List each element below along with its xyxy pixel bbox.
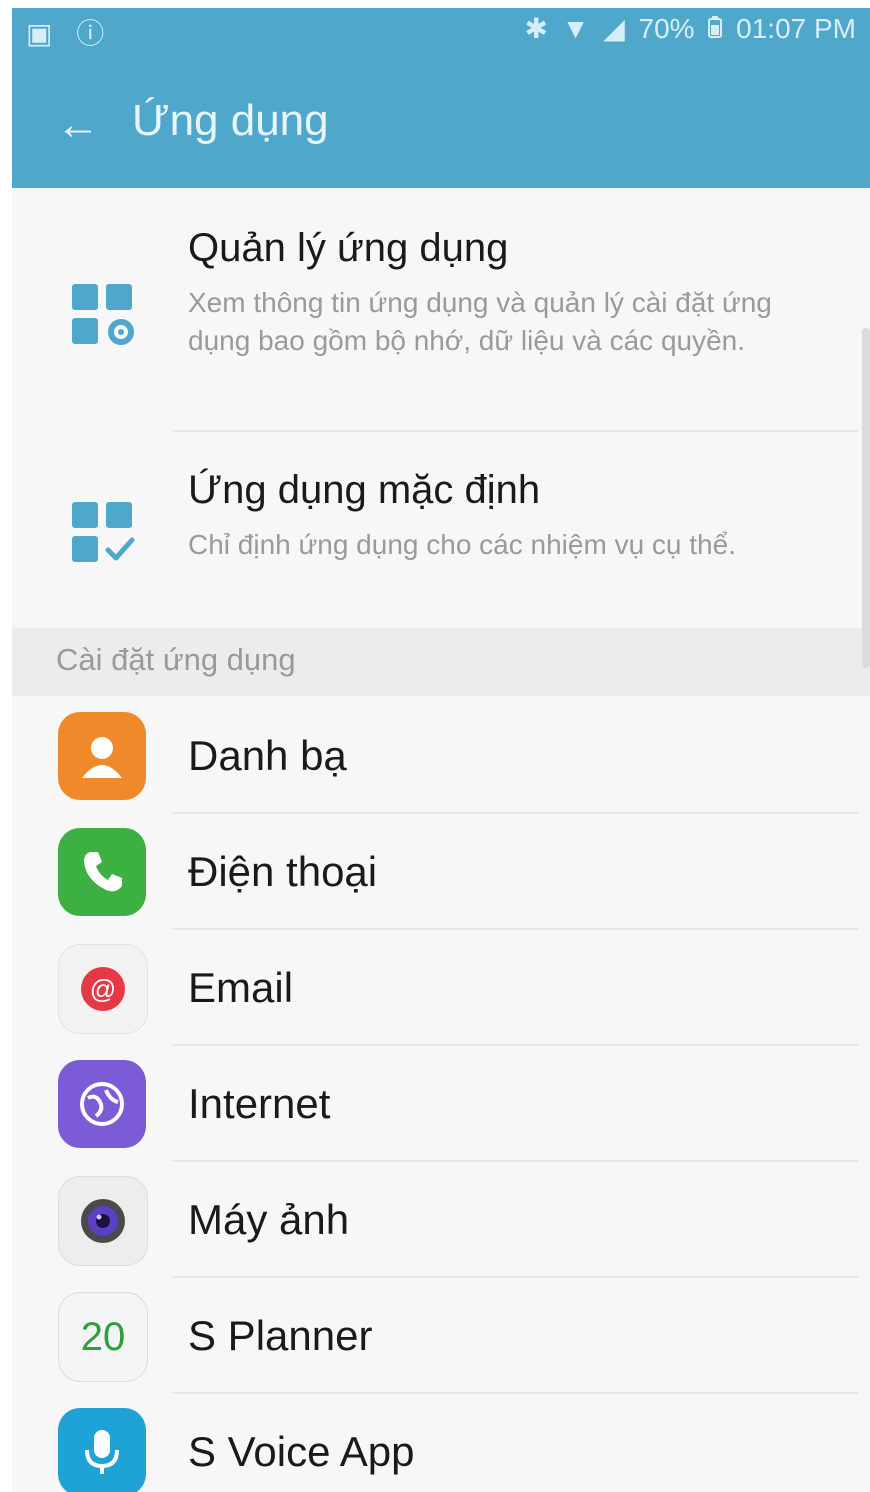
app-bar: ▣ ⓘ ✱ ▼ ◢ 70% 01:07 PM ← Ứng dụng <box>12 8 870 188</box>
clock: 01:07 PM <box>736 13 856 44</box>
microphone-icon <box>58 1408 146 1492</box>
page-title: Ứng dụng <box>132 96 329 145</box>
app-manager-icon <box>72 284 134 345</box>
manage-apps-title: Quản lý ứng dụng <box>188 226 509 270</box>
back-arrow-icon[interactable]: ← <box>56 100 100 150</box>
email-icon: @ <box>58 944 148 1034</box>
status-left-icons: ▣ ⓘ <box>26 12 112 52</box>
app-label: Danh bạ <box>188 732 347 779</box>
signal-icon: ◢ <box>603 13 625 44</box>
calendar-day: 20 <box>80 1314 126 1359</box>
wifi-icon: ▼ <box>561 13 590 44</box>
battery-icon <box>708 13 723 44</box>
default-apps-title: Ứng dụng mặc định <box>188 468 541 512</box>
app-label: Email <box>188 964 294 1011</box>
default-apps-description: Chỉ định ứng dụng cho các nhiệm vụ cụ th… <box>188 529 736 560</box>
bluetooth-icon: ✱ <box>524 13 548 44</box>
phone-icon <box>58 828 146 916</box>
manage-apps-description: Xem thông tin ứng dụng và quản lý cài đặ… <box>188 287 772 356</box>
scrollbar[interactable] <box>862 328 870 668</box>
contact-icon <box>58 712 146 800</box>
divider <box>172 430 858 432</box>
app-row-s-planner[interactable]: 20 S Planner <box>12 1278 870 1394</box>
app-row-s-voice[interactable]: S Voice App <box>12 1394 870 1492</box>
camera-icon <box>58 1176 148 1266</box>
app-settings-screen: ▣ ⓘ ✱ ▼ ◢ 70% 01:07 PM ← Ứng dụng Quản l… <box>12 8 870 1492</box>
app-row-camera[interactable]: Máy ảnh <box>12 1162 870 1278</box>
app-row-internet[interactable]: Internet <box>12 1046 870 1162</box>
info-icon: ⓘ <box>76 18 113 49</box>
app-label: S Planner <box>188 1312 373 1359</box>
status-right-icons: ✱ ▼ ◢ 70% 01:07 PM <box>518 12 856 45</box>
app-label: Máy ảnh <box>188 1196 350 1243</box>
app-row-phone[interactable]: Điện thoại <box>12 814 870 930</box>
screenshot-icon: ▣ <box>26 18 61 49</box>
app-label: Điện thoại <box>188 848 378 895</box>
section-header: Cài đặt ứng dụng <box>12 628 870 696</box>
section-header-label: Cài đặt ứng dụng <box>56 642 296 677</box>
app-row-email[interactable]: @ Email <box>12 930 870 1046</box>
svg-text:@: @ <box>90 974 116 1004</box>
app-label: S Voice App <box>188 1428 415 1475</box>
battery-percent: 70% <box>638 13 695 44</box>
default-apps-icon <box>72 502 135 562</box>
manage-apps-item[interactable]: Quản lý ứng dụng Xem thông tin ứng dụng … <box>12 188 870 432</box>
calendar-icon: 20 <box>58 1292 148 1382</box>
default-apps-item[interactable]: Ứng dụng mặc định Chỉ định ứng dụng cho … <box>12 434 870 628</box>
status-bar: ▣ ⓘ ✱ ▼ ◢ 70% 01:07 PM <box>12 8 870 49</box>
app-row-contacts[interactable]: Danh bạ <box>12 698 870 814</box>
app-label: Internet <box>188 1080 331 1127</box>
internet-icon <box>58 1060 146 1148</box>
